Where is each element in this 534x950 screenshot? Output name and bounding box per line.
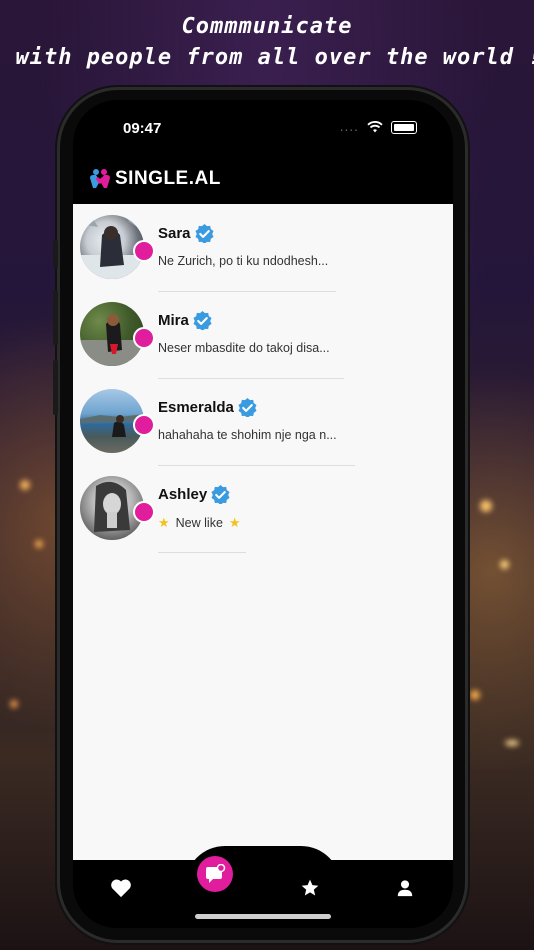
online-indicator xyxy=(133,501,155,523)
chat-row[interactable]: Esmeralda hahahaha te shohim nje nga n..… xyxy=(73,378,453,466)
app-brand: SINGLE.AL xyxy=(89,168,221,190)
verified-badge-icon xyxy=(238,398,257,417)
chat-row[interactable]: Mira Neser mbasdite do takoj disa... xyxy=(73,291,453,379)
contact-name: Mira xyxy=(158,312,189,329)
bottom-tab-bar xyxy=(73,846,453,928)
person-icon xyxy=(397,880,413,897)
brand-name: SINGLE.AL xyxy=(115,168,221,189)
star-emoji-icon: ★ xyxy=(158,515,170,530)
promo-headline-line1: Commmunicate xyxy=(181,14,353,39)
verified-badge-icon xyxy=(195,224,214,243)
chat-row[interactable]: Ashley ★ New like ★ xyxy=(73,465,453,553)
last-message: Ne Zurich, po ti ku ndodhesh... xyxy=(158,254,329,268)
wifi-icon xyxy=(367,121,383,133)
contact-name: Esmeralda xyxy=(158,399,234,416)
last-message: ★ New like ★ xyxy=(158,515,241,531)
couple-heart-icon xyxy=(90,169,110,188)
last-message: Neser mbasdite do takoj disa... xyxy=(158,341,330,355)
contact-name: Sara xyxy=(158,225,191,242)
promo-headline-line2: with people from all over the world ! xyxy=(15,45,534,70)
tab-profile[interactable] xyxy=(389,872,421,904)
heart-icon xyxy=(111,879,131,898)
battery-icon xyxy=(391,120,417,134)
tab-chat[interactable] xyxy=(197,856,233,892)
home-indicator xyxy=(195,914,331,919)
verified-badge-icon xyxy=(211,485,230,504)
chat-icon xyxy=(206,864,226,883)
contact-name: Ashley xyxy=(158,486,208,503)
phone-screen: 09:47 .... SINGLE.AL Sara Ne Zurich, po … xyxy=(73,100,453,928)
tab-favorites[interactable] xyxy=(294,872,326,904)
online-indicator xyxy=(133,414,155,436)
tab-likes[interactable] xyxy=(105,872,137,904)
online-indicator xyxy=(133,327,155,349)
signal-dots-icon: .... xyxy=(339,120,359,134)
last-message: hahahaha te shohim nje nga n... xyxy=(158,428,337,442)
status-icons: .... xyxy=(340,120,417,134)
chat-row[interactable]: Sara Ne Zurich, po ti ku ndodhesh... xyxy=(73,204,453,292)
chat-list: Sara Ne Zurich, po ti ku ndodhesh... Mir… xyxy=(73,204,453,860)
online-indicator xyxy=(133,240,155,262)
star-emoji-icon: ★ xyxy=(228,515,241,530)
status-time: 09:47 xyxy=(123,120,162,137)
row-divider xyxy=(158,552,246,553)
last-message-text: New like xyxy=(175,516,223,530)
verified-badge-icon xyxy=(193,311,212,330)
star-icon xyxy=(301,879,319,896)
